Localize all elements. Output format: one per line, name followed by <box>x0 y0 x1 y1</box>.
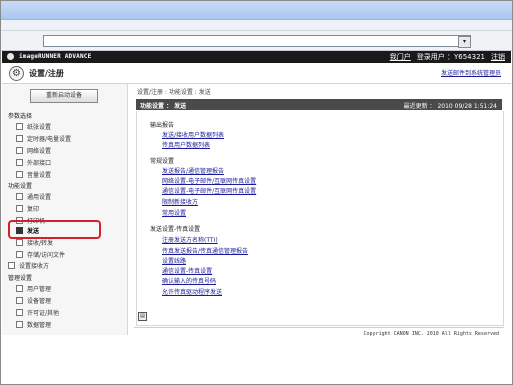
bullet-icon <box>16 205 23 212</box>
link-confirm-fax-number[interactable]: 确认输入的传真号码 <box>162 276 216 285</box>
restart-device-button[interactable]: 重新启动设备 <box>30 89 98 103</box>
link-register-sender-name[interactable]: 注册发送方名称(TTI) <box>162 235 218 244</box>
sidebar-item-copy[interactable]: 复印 <box>16 204 39 213</box>
product-name: imageRUNNER ADVANCE <box>19 53 92 60</box>
login-user-id: Y654321 <box>454 53 485 61</box>
bullet-icon <box>16 193 23 200</box>
sidebar-item-data-mgmt[interactable]: 数据管理 <box>16 320 51 329</box>
sidebar: 重新启动设备 参数选择 纸张设置 定时器/电量设置 网络设置 外部接口 音量设置… <box>2 84 128 335</box>
main-content: 设置/注册 : 功能设置 : 发送 功能设置 ： 发送 最近更新 ： 2010 … <box>136 84 504 336</box>
sidebar-item-user-mgmt[interactable]: 用户管理 <box>16 284 51 293</box>
link-allow-fax-driver[interactable]: 允许传真驱动程序发送 <box>162 287 222 296</box>
sidebar-section-functions: 功能设置 <box>8 183 33 190</box>
address-dropdown-button[interactable]: ▾ <box>458 36 471 48</box>
link-network-email-settings[interactable]: 网络设置-电子邮件/互联网传真设置 <box>162 176 256 185</box>
link-comm-fax-settings[interactable]: 通信设置-传真设置 <box>162 266 212 275</box>
link-fax-send-report[interactable]: 传真发送报告/传真通信管理报告 <box>162 246 248 255</box>
link-send-report[interactable]: 发送报告/通信管理报告 <box>162 166 224 175</box>
group-fax-settings: 发送设置-传真设置 <box>150 226 201 233</box>
bullet-icon <box>8 262 15 269</box>
sidebar-item-receive[interactable]: 接收/转发 <box>16 238 53 247</box>
sidebar-item-volume[interactable]: 音量设置 <box>16 170 51 179</box>
my-portal-link[interactable]: 我门户 <box>390 53 411 61</box>
sidebar-item-timer[interactable]: 定时器/电量设置 <box>16 134 71 143</box>
panel-title: 功能设置 ： 发送 <box>140 103 187 110</box>
bullet-icon <box>16 159 23 166</box>
sidebar-section-preferences: 参数选择 <box>8 113 33 120</box>
browser-menubar <box>1 20 512 31</box>
sidebar-item-network[interactable]: 网络设置 <box>16 146 51 155</box>
logout-link[interactable]: 注销 <box>491 53 505 61</box>
sidebar-item-destination[interactable]: 设置接收方 <box>8 261 49 270</box>
bullet-icon <box>16 297 23 304</box>
footer-divider <box>134 327 504 328</box>
link-restrict-destination[interactable]: 限制新接收方 <box>162 197 198 206</box>
page-title: 设置/注册 <box>29 69 64 78</box>
bullet-icon <box>16 147 23 154</box>
link-common-settings[interactable]: 常用设置 <box>162 208 186 217</box>
update-info: 最近更新 ： 2010 09/28 1:51:24 <box>403 103 497 110</box>
settings-panel: 输出报告 发送/接收用户数据列表 传真用户数据列表 常规设置 发送报告/通信管理… <box>136 111 504 326</box>
sidebar-item-device-mgmt[interactable]: 设备管理 <box>16 296 51 305</box>
link-fax-user-list[interactable]: 传真用户数据列表 <box>162 140 210 149</box>
login-user-label: 登录用户 ： <box>416 53 454 61</box>
bullet-icon <box>16 135 23 142</box>
bullet-icon <box>16 239 23 246</box>
panel-header: 功能设置 ： 发送 最近更新 ： 2010 09/28 1:51:24 <box>136 99 502 110</box>
group-output-report: 输出报告 <box>150 122 175 129</box>
group-general-settings: 常规设置 <box>150 158 175 165</box>
brand-right-area: 我门户 登录用户 ：Y654321 注销 <box>390 52 505 62</box>
sidebar-section-management: 管理设置 <box>8 275 33 282</box>
sidebar-item-paper[interactable]: 纸张设置 <box>16 122 51 131</box>
canon-logo-icon <box>7 53 14 60</box>
bullet-icon <box>16 321 23 328</box>
bullet-icon <box>16 285 23 292</box>
address-bar[interactable] <box>43 35 471 47</box>
breadcrumb: 设置/注册 : 功能设置 : 发送 <box>137 89 211 96</box>
link-line-settings[interactable]: 设置线路 <box>162 256 186 265</box>
page-header: ⚙ 设置/注册 发送邮件到系统管理员 <box>2 63 511 84</box>
link-send-receive-user-list[interactable]: 发送/接收用户数据列表 <box>162 130 224 139</box>
email-admin-link[interactable]: 发送邮件到系统管理员 <box>441 68 501 77</box>
sidebar-item-general[interactable]: 通用设置 <box>16 192 51 201</box>
bullet-icon <box>16 123 23 130</box>
brand-bar: imageRUNNER ADVANCE 我门户 登录用户 ：Y654321 注销 <box>2 51 511 63</box>
bullet-icon <box>16 171 23 178</box>
bullet-icon <box>16 251 23 258</box>
gear-icon: ⚙ <box>9 66 24 81</box>
sidebar-item-external[interactable]: 外部接口 <box>16 158 51 167</box>
bullet-icon <box>16 309 23 316</box>
print-icon[interactable]: ▤ <box>138 312 147 321</box>
link-comm-email-settings[interactable]: 通信设置-电子邮件/互联网传真设置 <box>162 186 256 195</box>
browser-titlebar <box>1 1 512 20</box>
copyright: Copyright CANON INC. 2010 All Rights Res… <box>363 331 499 337</box>
sidebar-item-license[interactable]: 许可证/其他 <box>16 308 59 317</box>
selection-highlight <box>8 220 101 239</box>
sidebar-item-store[interactable]: 存储/访问文件 <box>16 250 65 259</box>
